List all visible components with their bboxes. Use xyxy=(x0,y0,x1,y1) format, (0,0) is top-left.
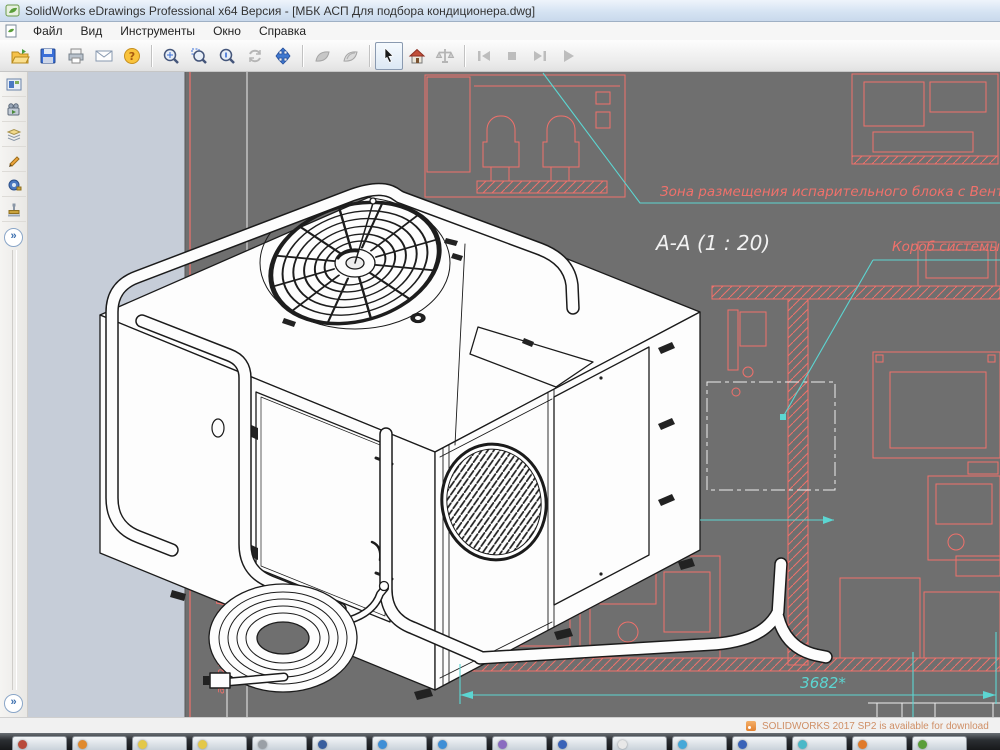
app-icon xyxy=(18,740,27,749)
taskbar-button[interactable] xyxy=(192,736,247,750)
update-notice-link[interactable]: SOLIDWORKS 2017 SP2 is available for dow… xyxy=(762,721,989,732)
print-button[interactable] xyxy=(62,42,90,70)
drawing-canvas[interactable]: а Подп. и дата Взам Зона размещения испа… xyxy=(28,72,1000,717)
taskbar-button[interactable] xyxy=(492,736,547,750)
help-button[interactable]: ? xyxy=(118,42,146,70)
save-button[interactable] xyxy=(34,42,62,70)
mass-properties-button[interactable] xyxy=(431,42,459,70)
taskbar-button[interactable] xyxy=(12,736,67,750)
edrawings-app-icon xyxy=(5,3,20,18)
taskbar-button[interactable] xyxy=(132,736,187,750)
taskbar-button[interactable] xyxy=(312,736,367,750)
play-button[interactable] xyxy=(554,42,582,70)
app-icon xyxy=(198,740,207,749)
stamp-tool[interactable] xyxy=(2,199,26,222)
section-view-label: А-А (1 : 20) xyxy=(654,231,770,255)
taskbar-button[interactable] xyxy=(672,736,727,750)
document-icon xyxy=(4,24,18,38)
measure-tool[interactable] xyxy=(2,174,26,197)
taskbar-button[interactable] xyxy=(612,736,667,750)
app-icon xyxy=(78,740,87,749)
app-icon xyxy=(138,740,147,749)
zoom-button[interactable] xyxy=(213,42,241,70)
title-bar[interactable]: SolidWorks eDrawings Professional x64 Ве… xyxy=(0,0,1000,22)
app-icon xyxy=(858,740,867,749)
shaded-edges-button[interactable] xyxy=(336,42,364,70)
rss-update-icon xyxy=(746,721,756,731)
toolbar: ? xyxy=(0,40,1000,72)
expand-panel-button-bottom[interactable]: » xyxy=(4,694,23,713)
taskbar-button[interactable] xyxy=(252,736,307,750)
taskbar-button[interactable] xyxy=(852,736,907,750)
animation-tool[interactable] xyxy=(2,99,26,122)
app-icon xyxy=(258,740,267,749)
app-icon xyxy=(738,740,747,749)
side-toolbar: » » xyxy=(0,72,28,717)
application-window: SolidWorks eDrawings Professional x64 Ве… xyxy=(0,0,1000,750)
home-button[interactable] xyxy=(403,42,431,70)
menu-window[interactable]: Окно xyxy=(204,23,250,39)
markup-tool[interactable] xyxy=(2,149,26,172)
app-icon xyxy=(918,740,927,749)
pan-button[interactable] xyxy=(269,42,297,70)
taskbar-button[interactable] xyxy=(912,736,967,750)
zone-callout-label: Зона размещения испарительного блока с В… xyxy=(660,184,1000,200)
app-icon xyxy=(318,740,327,749)
taskbar-button[interactable] xyxy=(72,736,127,750)
taskbar-button[interactable] xyxy=(792,736,847,750)
window-title: SolidWorks eDrawings Professional x64 Ве… xyxy=(25,4,535,18)
menu-view[interactable]: Вид xyxy=(72,23,112,39)
app-icon xyxy=(498,740,507,749)
taskbar-button[interactable] xyxy=(372,736,427,750)
open-button[interactable] xyxy=(6,42,34,70)
windows-taskbar xyxy=(0,733,1000,750)
menu-tools[interactable]: Инструменты xyxy=(111,23,204,39)
rotate-button[interactable] xyxy=(241,42,269,70)
app-icon xyxy=(378,740,387,749)
shaded-button[interactable] xyxy=(308,42,336,70)
svg-text:?: ? xyxy=(129,50,135,63)
taskbar-button[interactable] xyxy=(552,736,607,750)
hose-fitting xyxy=(210,673,230,688)
app-icon xyxy=(558,740,567,749)
menu-bar: Файл Вид Инструменты Окно Справка xyxy=(0,22,1000,41)
menu-help[interactable]: Справка xyxy=(250,23,315,39)
menu-file[interactable]: Файл xyxy=(24,23,72,39)
send-button[interactable] xyxy=(90,42,118,70)
stop-button[interactable] xyxy=(498,42,526,70)
duct-callout-label: Короб системы к xyxy=(892,239,1000,255)
previous-button[interactable] xyxy=(470,42,498,70)
app-icon xyxy=(798,740,807,749)
select-button[interactable] xyxy=(375,42,403,70)
panels-tool[interactable] xyxy=(2,74,26,97)
zoom-area-button[interactable] xyxy=(185,42,213,70)
layers-tool[interactable] xyxy=(2,124,26,147)
taskbar-button[interactable] xyxy=(432,736,487,750)
status-bar: SOLIDWORKS 2017 SP2 is available for dow… xyxy=(0,717,1000,734)
panel-splitter[interactable] xyxy=(12,250,17,690)
app-icon xyxy=(438,740,447,749)
dimension-value: 3682* xyxy=(800,674,846,692)
app-icon xyxy=(618,740,627,749)
expand-panel-button[interactable]: » xyxy=(4,228,23,247)
app-icon xyxy=(678,740,687,749)
taskbar-button[interactable] xyxy=(732,736,787,750)
next-button[interactable] xyxy=(526,42,554,70)
zoom-fit-button[interactable] xyxy=(157,42,185,70)
